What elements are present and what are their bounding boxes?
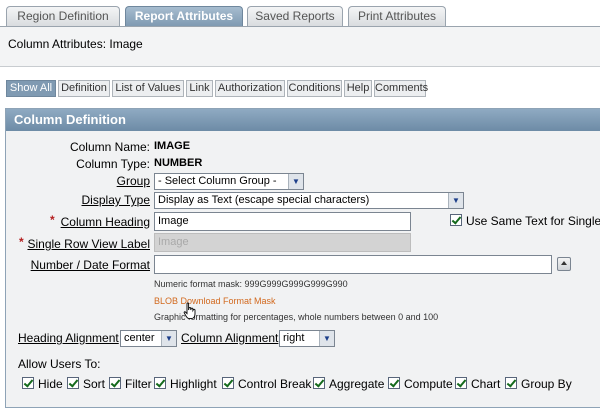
top-tab-bar: Region Definition Report Attributes Save… [0,0,600,27]
column-type-label: Column Type: [76,157,150,171]
allow-filter-label: Filter [125,377,152,391]
required-asterisk-icon: * [19,235,24,249]
subtab-definition[interactable]: Definition [58,80,110,97]
group-select-value: - Select Column Group - [158,175,277,187]
allow-users-label: Allow Users To: [18,357,101,371]
up-arrow-icon[interactable] [557,257,571,271]
column-alignment-value: right [283,332,305,344]
column-alignment-select[interactable]: right ▼ [279,330,335,347]
subtab-link[interactable]: Link [186,80,213,97]
display-type-value: Display as Text (escape special characte… [158,194,370,206]
region-header: Column Definition [6,109,600,131]
subtab-comments[interactable]: Comments [374,80,428,97]
subtab-authorization[interactable]: Authorization [215,80,285,97]
number-date-format-label[interactable]: Number / Date Format [31,258,150,272]
heading-alignment-select[interactable]: center ▼ [120,330,177,347]
heading-alignment-label[interactable]: Heading Alignment [18,331,119,345]
subtab-conditions[interactable]: Conditions [287,80,342,97]
allow-compute-checkbox[interactable] [388,377,400,389]
chevron-down-icon: ▼ [319,331,334,346]
column-heading-input[interactable]: Image [154,212,411,231]
tab-region-definition[interactable]: Region Definition [6,6,120,26]
chevron-down-icon: ▼ [448,193,463,208]
allow-chart-label: Chart [471,377,501,391]
column-alignment-label[interactable]: Column Alignment [181,331,278,345]
group-label[interactable]: Group [117,174,150,188]
page-title: Column Attributes: Image [8,37,143,51]
allow-chart-checkbox[interactable] [455,377,467,389]
subtab-list-of-values[interactable]: List of Values [112,80,184,97]
allow-sort-label: Sort [83,377,106,391]
use-same-text-label: Use Same Text for Single I [466,214,600,228]
allow-compute-label: Compute [404,377,453,391]
allow-group-by-checkbox[interactable] [505,377,517,389]
group-select[interactable]: - Select Column Group - ▼ [154,173,304,190]
display-type-label[interactable]: Display Type [82,193,150,207]
column-name-value: IMAGE [154,140,191,152]
allow-aggregate-label: Aggregate [329,377,385,391]
page-header: Column Attributes: Image [0,27,600,67]
allow-hide-label: Hide [38,377,63,391]
numeric-format-note: Numeric format mask: 999G999G999G999G990 [154,279,348,289]
allow-control-break-label: Control Break [238,377,312,391]
display-type-select[interactable]: Display as Text (escape special characte… [154,192,464,209]
blob-download-format-link[interactable]: BLOB Download Format Mask [154,296,276,306]
column-name-label: Column Name: [69,140,150,154]
number-date-format-input[interactable] [154,255,552,274]
use-same-text-checkbox[interactable] [450,214,462,226]
required-asterisk-icon: * [50,213,55,227]
allow-filter-checkbox[interactable] [109,377,121,389]
allow-hide-checkbox[interactable] [22,377,34,389]
chevron-down-icon: ▼ [288,174,303,189]
tab-print-attributes[interactable]: Print Attributes [348,6,446,26]
single-row-view-label[interactable]: Single Row View Label [27,237,150,251]
allow-sort-checkbox[interactable] [67,377,79,389]
tab-saved-reports[interactable]: Saved Reports [247,6,343,26]
column-type-value: NUMBER [154,157,203,169]
allow-group-by-label: Group By [521,377,572,391]
single-row-view-input[interactable]: Image [154,233,411,252]
allow-aggregate-checkbox[interactable] [313,377,325,389]
tab-report-attributes[interactable]: Report Attributes [125,6,243,26]
chevron-down-icon: ▼ [161,331,176,346]
column-heading-label[interactable]: Column Heading [61,215,150,229]
allow-highlight-checkbox[interactable] [154,377,166,389]
heading-alignment-value: center [124,332,155,344]
allow-control-break-checkbox[interactable] [222,377,234,389]
subtab-show-all[interactable]: Show All [6,80,56,97]
allow-highlight-label: Highlight [170,377,217,391]
subtab-help[interactable]: Help [344,80,372,97]
hand-cursor-icon [183,302,196,320]
region-title: Column Definition [14,112,126,127]
